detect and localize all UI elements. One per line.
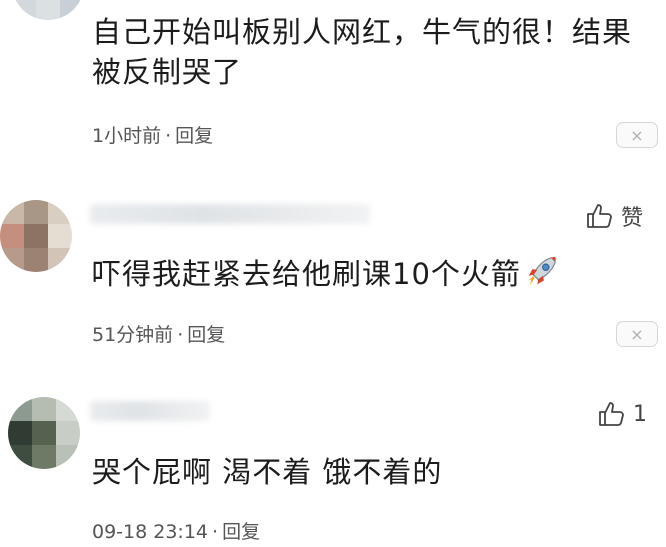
thumbs-up-icon	[599, 402, 624, 426]
comment-text-content: 吓得我赶紧去给他刷课10个火箭	[92, 257, 521, 291]
comment-item: 1 哭个屁啊 渴不着 饿不着的 09-18 23:14 · 回复	[0, 385, 666, 547]
reply-link[interactable]: 回复	[222, 521, 260, 543]
rocket-emoji-icon	[528, 256, 556, 286]
close-button[interactable]: ×	[616, 122, 658, 148]
comment-meta: 09-18 23:14 · 回复	[92, 517, 260, 544]
like-count: 1	[633, 401, 647, 427]
comment-meta: 1小时前 · 回复	[92, 121, 213, 148]
like-button[interactable]: 赞	[585, 200, 643, 232]
like-button[interactable]: 1	[597, 399, 647, 429]
comment-meta: 51分钟前 · 回复	[92, 320, 225, 347]
comment-text: 哭个屁啊 渴不着 饿不着的	[92, 455, 443, 489]
meta-separator: ·	[165, 125, 172, 147]
avatar[interactable]	[0, 200, 72, 272]
meta-separator: ·	[177, 324, 184, 346]
comment-item: 自己开始叫板别人网红，牛气的很！结果被反制哭了 1小时前 · 回复 ×	[0, 0, 666, 170]
close-icon: ×	[630, 125, 644, 145]
username[interactable]	[90, 401, 210, 421]
like-label: 赞	[621, 206, 644, 231]
meta-separator: ·	[212, 521, 219, 543]
reply-link[interactable]: 回复	[187, 324, 225, 346]
comment-text: 自己开始叫板别人网红，牛气的很！结果被反制哭了	[92, 15, 633, 89]
close-icon: ×	[630, 324, 644, 344]
reply-link[interactable]: 回复	[175, 125, 213, 147]
close-button[interactable]: ×	[616, 321, 658, 347]
comment-time: 1小时前	[92, 125, 162, 147]
avatar[interactable]	[8, 397, 80, 469]
comment-time: 51分钟前	[92, 324, 174, 346]
comment-time: 09-18 23:14	[92, 521, 209, 543]
comment-text: 吓得我赶紧去给他刷课10个火箭	[92, 252, 652, 294]
comment-item: 赞 吓得我赶紧去给他刷课10个火箭 51分钟前 · 回复 ×	[0, 190, 666, 360]
thumbs-up-icon	[587, 204, 612, 228]
username[interactable]	[90, 204, 370, 224]
avatar[interactable]	[12, 0, 84, 20]
